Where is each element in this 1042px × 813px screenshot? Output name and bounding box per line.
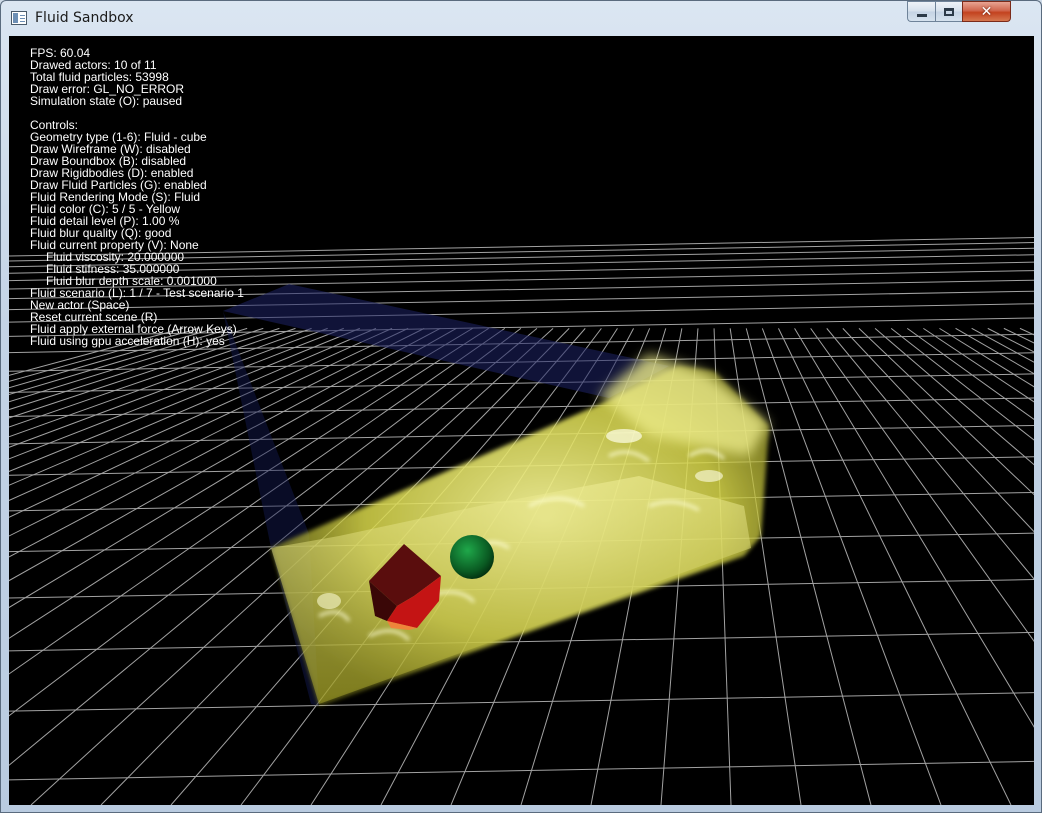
status-line: Simulation state (O): paused <box>30 94 183 108</box>
title-bar[interactable]: Fluid Sandbox ✕ <box>1 1 1041 35</box>
maximize-button[interactable] <box>935 1 962 22</box>
minimize-icon <box>916 13 927 17</box>
grid-line <box>9 760 1034 781</box>
status-panel: FPS: 60.04 Drawed actors: 10 of 11 Total f… <box>30 47 244 107</box>
grid-line <box>9 692 1034 712</box>
maximize-icon <box>944 7 954 16</box>
grid-line <box>9 397 1034 417</box>
grid-line <box>955 327 1034 375</box>
rigidbody-sphere <box>450 535 494 579</box>
grid-line <box>9 327 280 419</box>
render-viewport[interactable]: FPS: 60.04 Drawed actors: 10 of 11 Total f… <box>9 36 1034 805</box>
boundary-box <box>223 284 669 398</box>
caption-buttons: ✕ <box>907 1 1011 23</box>
grid-line <box>745 328 872 805</box>
grid-line <box>9 327 183 376</box>
grid-line <box>987 327 1034 353</box>
hud-overlay: FPS: 60.04 Drawed actors: 10 of 11 Total f… <box>30 47 244 347</box>
minimize-button[interactable] <box>907 1 935 22</box>
controls-panel: Geometry type (1-6): Fluid - cube Draw Wi… <box>30 131 244 251</box>
app-window: Fluid Sandbox ✕ FPS: 60.04 Drawed actors… <box>0 0 1042 813</box>
control-line: Fluid using gpu acceleration (H): yes <box>30 334 225 348</box>
app-window-icon[interactable] <box>11 11 27 25</box>
fluid-properties-panel: Fluid viscosity: 20.000000 Fluid stifness… <box>30 251 244 287</box>
grid-line <box>1003 327 1034 344</box>
more-controls-panel: Fluid scenario (L): 1 / 7 - Test scenari… <box>30 287 244 347</box>
grid-line <box>9 327 199 382</box>
close-button[interactable]: ✕ <box>962 1 1011 22</box>
grid-line <box>778 328 1012 805</box>
grid-line <box>9 327 248 403</box>
window-title: Fluid Sandbox <box>35 10 134 26</box>
close-icon: ✕ <box>980 3 993 20</box>
